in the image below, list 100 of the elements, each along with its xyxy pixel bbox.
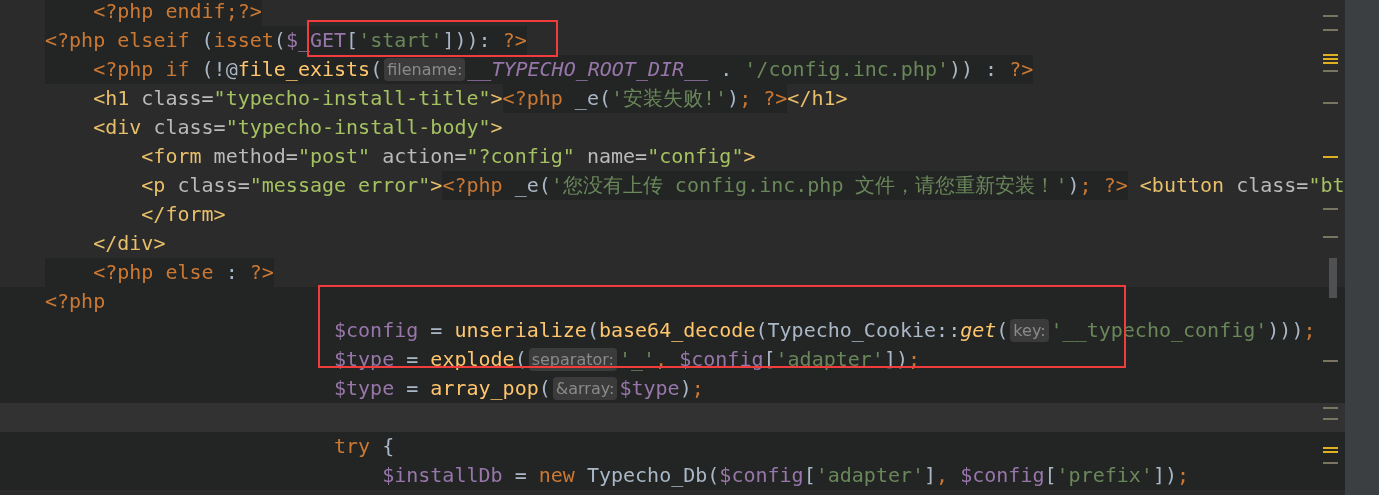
code-string: '您没有上传 config.inc.php 文件，请您重新安装！' xyxy=(550,172,1068,199)
code-keyword: if xyxy=(165,56,191,83)
code-php-tag: <?php xyxy=(93,258,154,287)
code-string: '/config.inc.php' xyxy=(744,56,949,83)
code-constant: __TYPECHO_ROOT_DIR__ xyxy=(467,56,709,83)
code-php-tag: <?php xyxy=(442,171,503,200)
code-variable: $config xyxy=(719,462,804,489)
code-text: )) : xyxy=(949,56,999,83)
code-php-tag: ?> xyxy=(237,0,262,26)
code-text: { xyxy=(382,433,395,460)
code-attribute: method= xyxy=(213,143,298,170)
code-tag: <p xyxy=(141,171,166,200)
code-string: '_' xyxy=(618,346,656,373)
code-text: ))) xyxy=(1267,317,1304,344)
code-keyword: ; xyxy=(691,375,704,402)
code-keyword: , xyxy=(936,462,950,489)
code-php-tag: <?php xyxy=(502,84,563,113)
code-php-tag: <?php xyxy=(93,0,154,26)
code-text: ( xyxy=(201,27,214,54)
code-text: = xyxy=(406,375,420,402)
code-text: ( xyxy=(996,317,1009,344)
code-variable: $config xyxy=(960,462,1045,489)
code-keyword: new xyxy=(538,462,576,489)
code-tag: > xyxy=(490,113,503,142)
code-text: _e( xyxy=(574,85,611,112)
code-text: Typecho_Db( xyxy=(586,462,720,489)
code-attribute: class= xyxy=(153,114,226,141)
parameter-hint: separator: xyxy=(528,348,617,371)
code-attribute-value: "config" xyxy=(647,143,744,170)
code-php-tag: <?php xyxy=(93,55,154,84)
code-variable: $installDb xyxy=(382,462,503,489)
code-string: 'adapter' xyxy=(775,346,884,373)
code-string: 'start' xyxy=(358,27,443,54)
code-text: _e( xyxy=(514,172,551,199)
code-text: = xyxy=(430,317,444,344)
code-variable: $config xyxy=(334,317,419,344)
code-keyword: ; xyxy=(1176,462,1189,489)
code-php-tag: ?> xyxy=(1009,55,1034,84)
code-function: file_exists xyxy=(237,56,371,83)
code-text: ]) xyxy=(1152,462,1177,489)
code-attribute: class= xyxy=(141,85,214,112)
code-text: ( xyxy=(586,317,599,344)
code-attribute: name= xyxy=(586,143,648,170)
code-text: . xyxy=(720,56,734,83)
code-tag: </h1> xyxy=(787,84,848,113)
code-tag: > xyxy=(490,84,503,113)
code-string: 'prefix' xyxy=(1056,462,1153,489)
code-text: = xyxy=(406,346,420,373)
code-php-tag: <?php xyxy=(45,287,106,316)
code-text: ) xyxy=(1067,172,1080,199)
code-tag: <div xyxy=(93,113,142,142)
code-string: 'adapter' xyxy=(815,462,925,489)
code-text: (!@ xyxy=(201,56,238,83)
parameter-hint: &array: xyxy=(552,377,618,400)
code-attribute-value: "typecho-install-title" xyxy=(213,85,491,112)
code-keyword: else xyxy=(165,259,215,286)
code-string: '安装失败!' xyxy=(611,85,728,112)
code-text: [ xyxy=(803,462,816,489)
code-attribute: class= xyxy=(1236,172,1309,199)
code-attribute: action= xyxy=(382,143,467,170)
code-php-tag: <?php xyxy=(45,26,106,55)
code-keyword: try xyxy=(334,433,372,460)
code-php-tag: ?> xyxy=(249,258,274,287)
code-text: : xyxy=(225,259,239,286)
code-text: ) xyxy=(679,375,692,402)
code-keyword: ; xyxy=(739,85,753,112)
code-tag: <h1 xyxy=(93,84,130,113)
code-tag: > xyxy=(743,142,756,171)
code-function: array_pop xyxy=(430,375,539,402)
code-text: [ xyxy=(346,27,359,54)
code-attribute-value: "message error" xyxy=(249,172,431,199)
code-keyword: ; xyxy=(1303,317,1316,344)
code-function: unserialize xyxy=(454,317,587,344)
code-text: (Typecho_Cookie:: xyxy=(755,317,961,344)
code-keyword: ; xyxy=(1079,172,1093,199)
code-function: explode xyxy=(430,346,515,373)
code-text: ])): xyxy=(442,27,492,54)
code-function: base64_decode xyxy=(598,317,756,344)
code-keyword: endif; xyxy=(165,0,238,25)
code-variable: $type xyxy=(334,346,395,373)
code-variable: $type xyxy=(619,375,680,402)
code-attribute-value: "?config" xyxy=(466,143,575,170)
code-tag: </div> xyxy=(93,229,166,258)
code-text: ] xyxy=(924,462,937,489)
code-attribute-value: "typecho-install-body" xyxy=(225,114,491,141)
code-tag: <form xyxy=(141,142,202,171)
code-tag: <button xyxy=(1139,171,1225,200)
code-tag: </form> xyxy=(141,200,226,229)
code-php-tag: ?> xyxy=(1103,171,1128,200)
code-text: ) xyxy=(727,85,740,112)
code-attribute-value: "bt xyxy=(1308,172,1345,199)
code-attribute: class= xyxy=(177,172,250,199)
parameter-hint: key: xyxy=(1010,319,1049,342)
code-php-tag: ?> xyxy=(502,26,527,55)
code-text: ( xyxy=(273,27,286,54)
code-attribute-value: "post" xyxy=(297,143,371,170)
code-text: ( xyxy=(538,375,551,402)
code-variable: $type xyxy=(334,375,395,402)
code-php-tag: ?> xyxy=(763,84,788,113)
code-keyword: elseif xyxy=(117,27,191,54)
